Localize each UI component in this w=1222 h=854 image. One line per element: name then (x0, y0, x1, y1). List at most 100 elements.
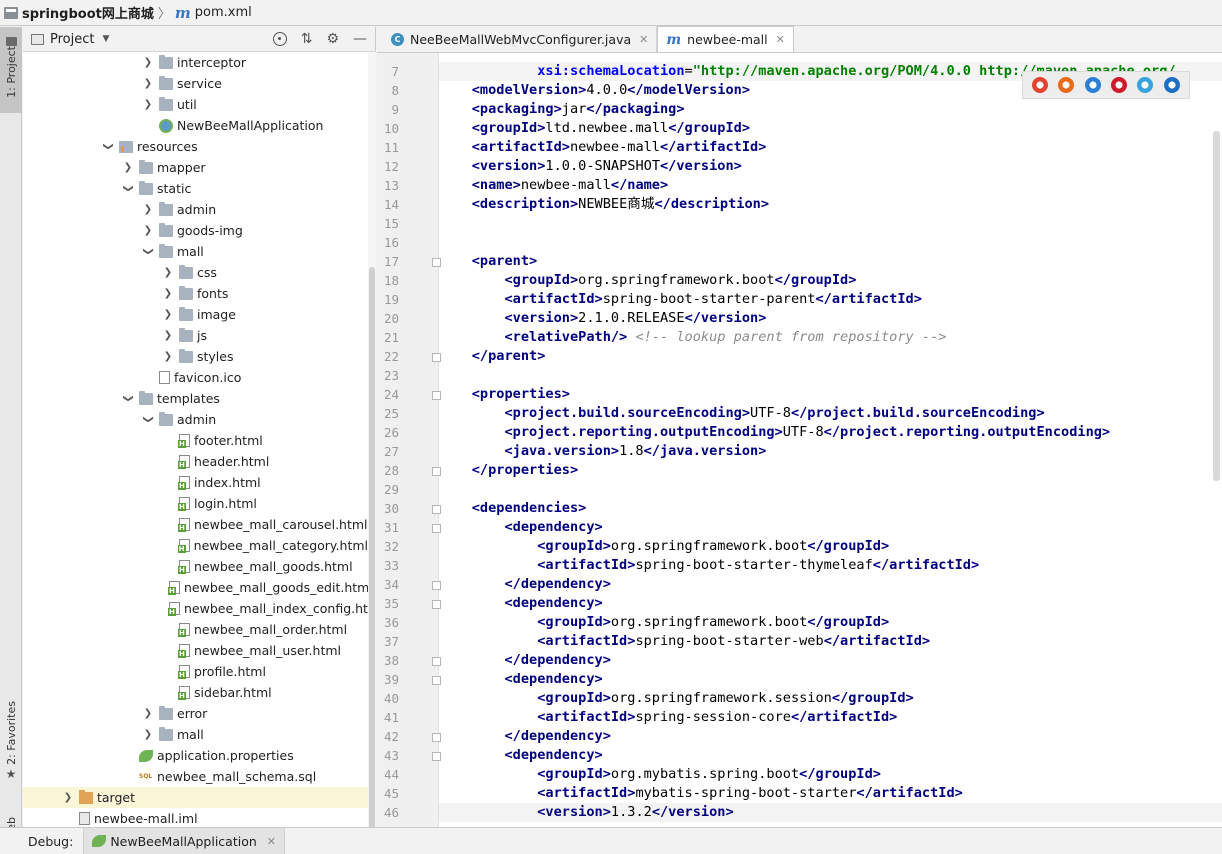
expand-right-icon[interactable] (163, 351, 173, 362)
debug-session-tab[interactable]: NewBeeMallApplication ✕ (83, 827, 286, 854)
code-line[interactable]: <artifactId>mybatis-spring-boot-starter<… (439, 784, 1222, 803)
editor-tab[interactable]: m newbee-mall ✕ (657, 26, 794, 52)
code-line[interactable]: <dependency> (439, 594, 1222, 613)
expand-down-icon[interactable] (123, 393, 133, 404)
expand-right-icon[interactable] (143, 204, 153, 215)
close-icon[interactable]: ✕ (267, 835, 276, 848)
tree-item[interactable]: footer.html (23, 430, 368, 451)
code-line[interactable]: <parent> (439, 252, 1222, 271)
code-line[interactable]: <dependency> (439, 518, 1222, 537)
code-line[interactable] (439, 214, 1222, 233)
code-line[interactable]: <groupId>org.springframework.boot</group… (439, 271, 1222, 290)
code-line[interactable]: <dependencies> (439, 499, 1222, 518)
code-line[interactable]: <version>1.3.2</version> (439, 803, 1222, 822)
scrollbar-thumb[interactable] (1213, 131, 1220, 481)
code-line[interactable]: <project.reporting.outputEncoding>UTF-8<… (439, 423, 1222, 442)
tool-tab-favorites[interactable]: 2: Favorites ★ (0, 699, 22, 809)
expand-right-icon[interactable] (163, 330, 173, 341)
chrome-icon[interactable] (1032, 77, 1049, 93)
expand-down-icon[interactable] (143, 246, 153, 257)
tree-item[interactable]: error (23, 703, 368, 724)
tree-item[interactable]: css (23, 262, 368, 283)
expand-right-icon[interactable] (143, 225, 153, 236)
tree-item[interactable]: service (23, 73, 368, 94)
close-icon[interactable]: ✕ (639, 33, 648, 46)
expand-right-icon[interactable] (163, 309, 173, 320)
opera-icon[interactable] (1111, 77, 1128, 93)
code-line[interactable]: </properties> (439, 461, 1222, 480)
expand-right-icon[interactable] (143, 57, 153, 68)
tree-item[interactable]: util (23, 94, 368, 115)
edge-icon[interactable] (1163, 77, 1180, 93)
tree-item[interactable]: favicon.ico (23, 367, 368, 388)
code-line[interactable]: <artifactId>spring-session-core</artifac… (439, 708, 1222, 727)
code-line[interactable]: </parent> (439, 347, 1222, 366)
expand-right-icon[interactable] (143, 729, 153, 740)
code-line[interactable]: <groupId>org.springframework.boot</group… (439, 537, 1222, 556)
code-line[interactable] (439, 366, 1222, 385)
code-line[interactable]: </dependency> (439, 575, 1222, 594)
code-line[interactable] (439, 233, 1222, 252)
project-view-selector[interactable]: Project (50, 32, 94, 47)
breadcrumb-file[interactable]: m pom.xml (175, 4, 252, 22)
tree-item[interactable]: goods-img (23, 220, 368, 241)
code-line[interactable]: <java.version>1.8</java.version> (439, 442, 1222, 461)
tree-item[interactable]: login.html (23, 493, 368, 514)
tree-item[interactable]: interceptor (23, 52, 368, 73)
expand-right-icon[interactable] (143, 708, 153, 719)
breadcrumb-project[interactable]: springboot网上商城 (4, 3, 154, 22)
tree-item[interactable]: NewBeeMallApplication (23, 115, 368, 136)
tree-item[interactable]: fonts (23, 283, 368, 304)
tree-item[interactable]: resources (23, 136, 368, 157)
code-line[interactable]: </dependency> (439, 651, 1222, 670)
expand-right-icon[interactable] (143, 78, 153, 89)
code-line[interactable]: <version>2.1.0.RELEASE</version> (439, 309, 1222, 328)
code-line[interactable]: <groupId>org.springframework.boot</group… (439, 613, 1222, 632)
code-line[interactable]: <artifactId>spring-boot-starter-parent</… (439, 290, 1222, 309)
tree-item[interactable]: newbee_mall_carousel.html (23, 514, 368, 535)
tree-item[interactable]: styles (23, 346, 368, 367)
tree-item[interactable]: profile.html (23, 661, 368, 682)
code-line[interactable]: <name>newbee-mall</name> (439, 176, 1222, 195)
safari-icon[interactable] (1084, 77, 1101, 93)
code-line[interactable]: <artifactId>newbee-mall</artifactId> (439, 138, 1222, 157)
tree-item[interactable]: newbee_mall_goods_edit.html (23, 577, 368, 598)
tree-item[interactable]: newbee_mall_schema.sql (23, 766, 368, 787)
collapse-all-icon[interactable]: ⇅ (301, 31, 313, 47)
tree-item[interactable]: admin (23, 409, 368, 430)
code-line[interactable]: <groupId>org.mybatis.spring.boot</groupI… (439, 765, 1222, 784)
firefox-icon[interactable] (1058, 77, 1075, 93)
editor-tab[interactable]: C NeeBeeMallWebMvcConfigurer.java ✕ (383, 26, 658, 52)
expand-down-icon[interactable] (123, 183, 133, 194)
gear-icon[interactable]: ⚙ (326, 31, 339, 47)
editor-scrollbar[interactable] (1211, 53, 1222, 827)
close-icon[interactable]: ✕ (776, 33, 785, 46)
project-tree-scrollbar[interactable] (368, 52, 376, 837)
expand-right-icon[interactable] (163, 288, 173, 299)
tool-tab-project[interactable]: 1: Project (0, 27, 22, 113)
code-line[interactable]: <artifactId>spring-boot-starter-web</art… (439, 632, 1222, 651)
scrollbar-thumb[interactable] (369, 267, 375, 837)
code-line[interactable]: <dependency> (439, 670, 1222, 689)
tree-item[interactable]: mall (23, 724, 368, 745)
tree-item[interactable]: static (23, 178, 368, 199)
expand-down-icon[interactable] (103, 141, 113, 152)
expand-right-icon[interactable] (163, 267, 173, 278)
tree-item[interactable]: newbee_mall_category.html (23, 535, 368, 556)
code-line[interactable] (439, 480, 1222, 499)
tree-item[interactable]: newbee-mall.iml (23, 808, 368, 827)
code-line[interactable]: </dependency> (439, 727, 1222, 746)
tree-item[interactable]: templates (23, 388, 368, 409)
locate-file-icon[interactable] (272, 32, 287, 46)
chevron-down-icon[interactable]: ▼ (102, 34, 109, 44)
code-line[interactable]: <version>1.0.0-SNAPSHOT</version> (439, 157, 1222, 176)
code-line[interactable]: <groupId>org.springframework.session</gr… (439, 689, 1222, 708)
tree-item[interactable]: target (23, 787, 368, 808)
tree-item[interactable]: mall (23, 241, 368, 262)
tree-item[interactable]: newbee_mall_order.html (23, 619, 368, 640)
expand-right-icon[interactable] (123, 162, 133, 173)
code-view[interactable]: xsi:schemaLocation="http://maven.apache.… (439, 53, 1222, 827)
tree-item[interactable]: admin (23, 199, 368, 220)
tree-item[interactable]: js (23, 325, 368, 346)
tree-item[interactable]: header.html (23, 451, 368, 472)
